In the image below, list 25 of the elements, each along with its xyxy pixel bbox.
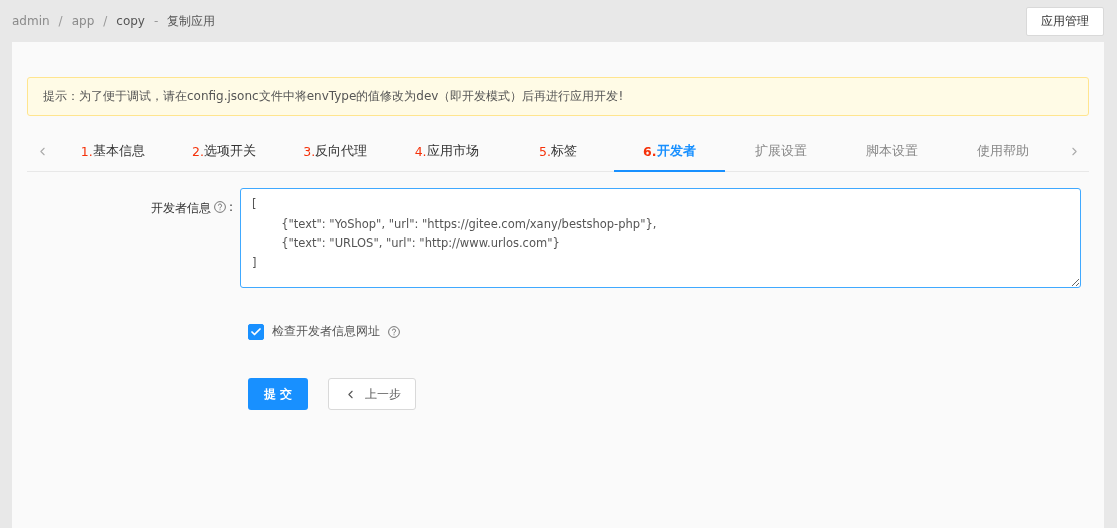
page-title: 复制应用 xyxy=(167,12,216,30)
tab[interactable]: 脚本设置 xyxy=(836,132,948,172)
help-icon xyxy=(388,326,400,338)
field-label: 开发者信息 xyxy=(150,200,211,217)
title-separator: - xyxy=(153,14,159,28)
breadcrumb-separator: / xyxy=(58,14,63,28)
breadcrumb-item: copy xyxy=(116,14,145,28)
tab[interactable]: 4.应用市场 xyxy=(391,132,503,172)
breadcrumb-separator: / xyxy=(103,14,108,28)
tab[interactable]: 3.反向代理 xyxy=(279,132,391,172)
tab[interactable]: 6.开发者 xyxy=(613,132,725,172)
tab[interactable]: 1.基本信息 xyxy=(57,132,169,172)
checkbox-label: 检查开发者信息网址 xyxy=(272,323,380,340)
checkbox[interactable] xyxy=(248,323,264,340)
tab[interactable]: 5.标签 xyxy=(502,132,614,172)
check-icon xyxy=(250,325,262,338)
tab[interactable]: 扩展设置 xyxy=(724,132,837,172)
developer-info-field[interactable]: [ {"text": "YoShop", "url": "https://gitee.com/xany/bestshop-php"}, {"text": "URLOS", "url": "http://www.urlos.com"} ] xyxy=(240,188,1081,288)
app-management-button[interactable]: 应用管理 xyxy=(1026,6,1104,36)
help-icon xyxy=(213,201,226,213)
tab[interactable]: 2.选项开关 xyxy=(168,132,280,172)
tab[interactable]: 使用帮助 xyxy=(947,132,1059,172)
tip-alert: 提示：为了便于调试，请在config.jsonc文件中将envType的值修改为dev（即开发模式）后再进行应用开发! xyxy=(27,77,1089,116)
previous-step-button[interactable]: 上一步 xyxy=(328,378,416,410)
colon: : xyxy=(228,200,233,214)
